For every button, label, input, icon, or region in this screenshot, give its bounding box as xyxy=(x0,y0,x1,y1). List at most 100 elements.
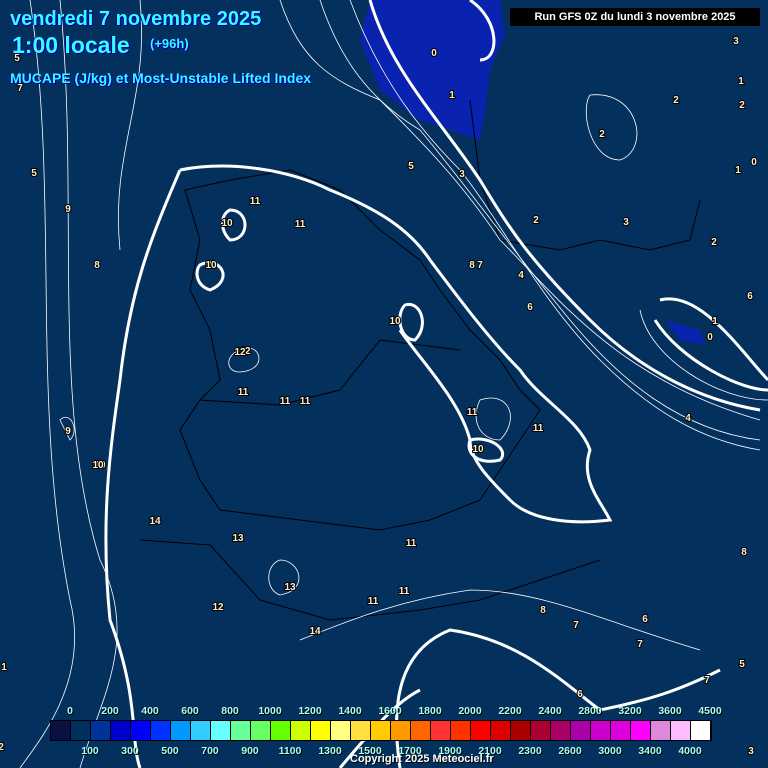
legend-label: 3200 xyxy=(618,705,642,717)
contour-label: 5 xyxy=(408,161,414,172)
contour-label: 11 xyxy=(533,423,544,434)
contour-label: 6 xyxy=(642,614,648,625)
contour-label: 10 xyxy=(472,444,484,455)
contour-label: 2 xyxy=(599,129,605,140)
contour-label: 1 xyxy=(449,90,455,101)
contour-label: 3 xyxy=(623,217,629,228)
color-swatch xyxy=(531,721,551,740)
legend-label: 4000 xyxy=(678,745,702,757)
contour-label: 10 xyxy=(389,316,401,327)
color-swatch xyxy=(451,721,471,740)
contour-label: 3 xyxy=(733,36,739,47)
color-swatch xyxy=(91,721,111,740)
legend-label: 1000 xyxy=(258,705,282,717)
contour-label: 5 xyxy=(739,659,745,670)
contour-label: 9 xyxy=(65,426,71,437)
color-swatch xyxy=(591,721,611,740)
color-swatch xyxy=(211,721,231,740)
color-swatch xyxy=(371,721,391,740)
color-swatch xyxy=(411,721,431,740)
contour-label: 0 xyxy=(707,332,713,343)
contour-label: 11 xyxy=(406,538,417,549)
contour-label: 10 xyxy=(92,460,104,471)
legend-label: 3000 xyxy=(598,745,622,757)
legend-label: 500 xyxy=(161,745,179,757)
legend-label: 1200 xyxy=(298,705,322,717)
forecast-lead: (+96h) xyxy=(150,36,189,51)
legend-label: 900 xyxy=(241,745,259,757)
color-swatch xyxy=(251,721,271,740)
contour-label: 0 xyxy=(431,48,437,59)
legend-label: 3600 xyxy=(658,705,682,717)
color-swatch xyxy=(351,721,371,740)
color-swatch xyxy=(631,721,651,740)
color-scale-bar xyxy=(50,720,712,741)
color-swatch xyxy=(571,721,591,740)
legend-label: 1100 xyxy=(278,745,302,757)
color-swatch xyxy=(51,721,71,740)
legend-label: 300 xyxy=(121,745,139,757)
contour-label: 7 xyxy=(573,620,579,631)
color-swatch xyxy=(231,721,251,740)
color-swatch xyxy=(491,721,511,740)
weather-map: 013522211013224568 7111091011876541010121… xyxy=(0,0,768,768)
legend-label: 800 xyxy=(221,705,239,717)
color-swatch xyxy=(311,721,331,740)
contour-label: 2 xyxy=(739,100,745,111)
contour-label: 5 xyxy=(31,168,37,179)
contour-label: 8 xyxy=(540,605,546,616)
color-swatch xyxy=(391,721,411,740)
contour-label: 11 xyxy=(368,596,379,607)
forecast-time: 1:00 locale xyxy=(12,32,130,58)
contour-label: 11 xyxy=(300,396,311,407)
contour-label: 6 xyxy=(747,291,753,302)
contour-label: 6 xyxy=(577,689,583,700)
legend-label: 2300 xyxy=(518,745,542,757)
legend-label: 100 xyxy=(81,745,99,757)
legend-label: 1600 xyxy=(378,705,402,717)
contour-label: 7 xyxy=(704,675,710,686)
contour-label: 7 xyxy=(637,639,643,650)
contour-label: 8 xyxy=(469,260,475,271)
contour-label: 11 xyxy=(467,407,478,418)
legend-label: 200 xyxy=(101,705,119,717)
color-swatch xyxy=(671,721,691,740)
color-swatch xyxy=(611,721,631,740)
legend-label: 2600 xyxy=(558,745,582,757)
legend-label: 4500 xyxy=(698,705,722,717)
contour-label: 4 xyxy=(518,270,524,281)
color-swatch xyxy=(271,721,291,740)
contour-label: 2 xyxy=(711,237,717,248)
legend-label: 3400 xyxy=(638,745,662,757)
contour-label: 1 xyxy=(712,316,718,327)
contour-label: 12 xyxy=(234,347,246,358)
color-swatch xyxy=(691,721,711,740)
contour-labels: 013522211013224568 7111091011876541010121… xyxy=(0,35,758,758)
contour-label: 11 xyxy=(238,387,249,398)
contour-label: 1 xyxy=(1,662,7,673)
contour-label: 13 xyxy=(284,582,296,593)
legend-label: 2000 xyxy=(458,705,482,717)
color-swatch xyxy=(331,721,351,740)
contour-label: 13 xyxy=(232,533,244,544)
legend-label: 2200 xyxy=(498,705,522,717)
legend-label: 1800 xyxy=(418,705,442,717)
legend-label: 700 xyxy=(201,745,219,757)
contour-label: 7 xyxy=(477,260,483,271)
contour-label: 11 xyxy=(399,586,410,597)
contour-label: 9 xyxy=(65,204,71,215)
low-cape-area xyxy=(360,0,505,140)
color-swatch xyxy=(471,721,491,740)
legend-label: 2800 xyxy=(578,705,602,717)
contour-label: 1 xyxy=(735,165,741,176)
color-swatch xyxy=(71,721,91,740)
forecast-date: vendredi 7 novembre 2025 xyxy=(10,8,262,30)
copyright: Copyright 2025 Meteociel.fr xyxy=(350,753,494,765)
contour-label: 2 xyxy=(0,742,4,753)
color-swatch xyxy=(191,721,211,740)
legend-label: 400 xyxy=(141,705,159,717)
color-swatch xyxy=(131,721,151,740)
color-swatch xyxy=(551,721,571,740)
color-swatch xyxy=(291,721,311,740)
contour-label: 11 xyxy=(250,196,261,207)
